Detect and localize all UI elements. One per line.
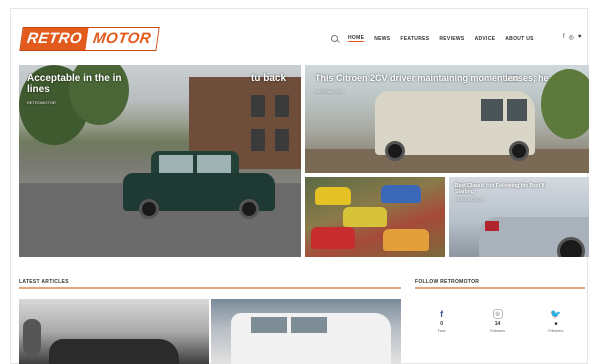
hero-top-right-title-tail: lenses, he: [505, 73, 549, 83]
hero-top-right-article[interactable]: This Citroen 2CV driver maintaining mome…: [305, 65, 589, 173]
hero-bottom-right-article[interactable]: Best Classic Hot Following the Best 8 St…: [449, 177, 589, 257]
hero-main-caption: Acceptable in the in lines RETROMOTOR: [27, 73, 137, 108]
follow-facebook[interactable]: f 0 Fans: [437, 309, 447, 333]
latest-articles-divider: [19, 287, 401, 289]
nav-features[interactable]: FEATURES: [400, 36, 429, 42]
site-header: RETRO MOTOR HOME NEWS FEATURES REVIEWS A…: [11, 9, 589, 65]
nav-advice[interactable]: ADVICE: [475, 36, 496, 42]
facebook-label: Fans: [437, 329, 446, 333]
header-social-links: f ◎ ♥: [563, 34, 581, 41]
logo-part-retro: RETRO: [20, 28, 89, 50]
logo-part-motor: MOTOR: [85, 28, 159, 50]
nav-home[interactable]: HOME: [348, 35, 365, 42]
latest-article-thumb-1[interactable]: [19, 299, 209, 364]
facebook-icon: f: [440, 309, 444, 319]
facebook-count: 0: [440, 321, 444, 327]
hero-bottom-right-caption: Best Classic Hot Following the Best 8 St…: [455, 183, 555, 203]
instagram-label: Followers: [490, 329, 505, 333]
search-icon[interactable]: [331, 35, 338, 42]
hero-bottom-right-meta: RETROMOTOR: [455, 197, 484, 202]
hero-top-right-title: This Citroen 2CV driver maintaining mome…: [315, 73, 520, 83]
latest-articles-title: LATEST ARTICLES: [19, 279, 69, 285]
nav-about-us[interactable]: ABOUT US: [505, 36, 534, 42]
instagram-icon[interactable]: ◎: [569, 34, 574, 41]
instagram-icon: ◎: [492, 309, 503, 319]
latest-article-thumb-2[interactable]: [211, 299, 401, 364]
site-logo[interactable]: RETRO MOTOR: [19, 27, 160, 51]
follow-title: FOLLOW RETROMOTOR: [415, 279, 480, 285]
hero-main-title-right: tu back: [251, 73, 287, 84]
nav-news[interactable]: NEWS: [374, 36, 390, 42]
hero-top-right-meta: RETROMOTOR: [315, 89, 344, 94]
instagram-count: 14: [494, 321, 501, 327]
twitter-count: ■: [554, 321, 558, 327]
twitter-icon: 🐦: [550, 308, 562, 319]
main-nav: HOME NEWS FEATURES REVIEWS ADVICE ABOUT …: [331, 35, 534, 42]
facebook-icon[interactable]: f: [563, 34, 565, 41]
hero-main-article[interactable]: Acceptable in the in lines RETROMOTOR tu…: [19, 65, 301, 257]
follow-twitter[interactable]: 🐦 ■ Followers: [548, 308, 564, 334]
follow-divider: [415, 287, 585, 289]
hero-grid: Acceptable in the in lines RETROMOTOR tu…: [19, 65, 589, 257]
twitter-icon[interactable]: ♥: [578, 34, 582, 41]
hero-bottom-middle-article[interactable]: [305, 177, 445, 257]
hero-main-title: Acceptable in the in lines: [27, 73, 122, 95]
nav-reviews[interactable]: REVIEWS: [439, 36, 464, 42]
follow-instagram[interactable]: ◎ 14 Followers: [490, 309, 505, 333]
page-frame: RETRO MOTOR HOME NEWS FEATURES REVIEWS A…: [10, 8, 589, 364]
twitter-label: Followers: [548, 329, 564, 333]
hero-main-meta: RETROMOTOR: [27, 100, 56, 105]
hero-bottom-right-title: Best Classic Hot Following the Best 8 St…: [455, 183, 545, 195]
follow-links: f 0 Fans ◎ 14 Followers 🐦 ■ Followers: [415, 308, 585, 334]
